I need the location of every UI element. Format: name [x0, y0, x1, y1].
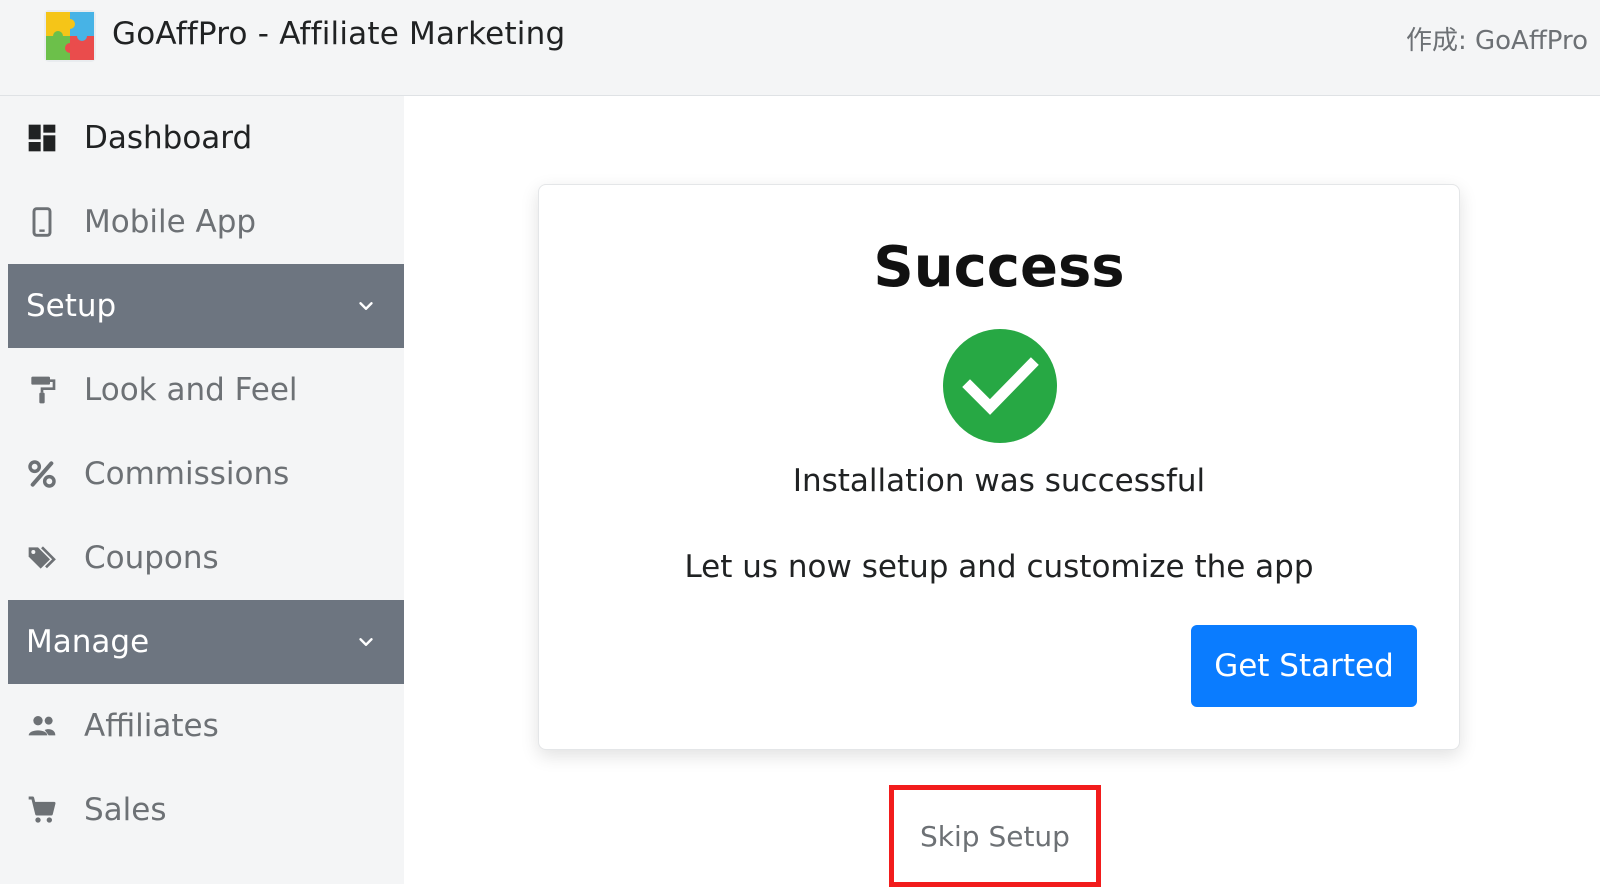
sidebar: Dashboard Mobile App Setup Look and Feel… [0, 96, 404, 884]
get-started-button[interactable]: Get Started [1191, 625, 1417, 707]
tags-icon [24, 540, 60, 576]
success-card: Success Installation was successful Let … [538, 184, 1460, 750]
check-circle-icon [943, 329, 1057, 443]
sidebar-item-coupons[interactable]: Coupons [8, 516, 404, 600]
sidebar-item-label: Mobile App [84, 204, 257, 240]
author-label: 作成: GoAffPro [1405, 26, 1588, 56]
sidebar-item-label: Dashboard [84, 120, 253, 156]
setup-message: Let us now setup and customize the app [684, 549, 1314, 585]
dashboard-icon [24, 120, 60, 156]
skip-setup-highlight: Skip Setup [889, 785, 1101, 887]
users-icon [24, 708, 60, 744]
skip-setup-link[interactable]: Skip Setup [920, 820, 1070, 853]
sidebar-item-mobile-app[interactable]: Mobile App [8, 180, 404, 264]
sidebar-item-look-and-feel[interactable]: Look and Feel [8, 348, 404, 432]
sidebar-section-setup[interactable]: Setup [8, 264, 404, 348]
chevron-down-icon [354, 630, 378, 654]
sidebar-item-sales[interactable]: Sales [8, 768, 404, 852]
sidebar-item-label: Look and Feel [84, 372, 298, 408]
puzzle-logo-icon [44, 10, 96, 62]
sidebar-item-label: Affiliates [84, 708, 219, 744]
app-title: GoAffPro - Affiliate Marketing [112, 16, 566, 52]
top-bar: GoAffPro - Affiliate Marketing 作成: GoAff… [0, 0, 1600, 96]
sidebar-item-dashboard[interactable]: Dashboard [8, 96, 404, 180]
paint-roller-icon [24, 372, 60, 408]
section-label: Setup [26, 288, 117, 324]
sidebar-item-affiliates[interactable]: Affiliates [8, 684, 404, 768]
mobile-icon [24, 204, 60, 240]
sidebar-section-manage[interactable]: Manage [8, 600, 404, 684]
percent-icon [24, 456, 60, 492]
chevron-down-icon [354, 294, 378, 318]
success-message: Installation was successful [792, 463, 1206, 499]
sidebar-item-label: Coupons [84, 540, 219, 576]
cart-icon [24, 792, 60, 828]
card-title: Success [873, 235, 1125, 300]
sidebar-item-label: Sales [84, 792, 167, 828]
sidebar-item-commissions[interactable]: Commissions [8, 432, 404, 516]
section-label: Manage [26, 624, 150, 660]
sidebar-item-label: Commissions [84, 456, 290, 492]
